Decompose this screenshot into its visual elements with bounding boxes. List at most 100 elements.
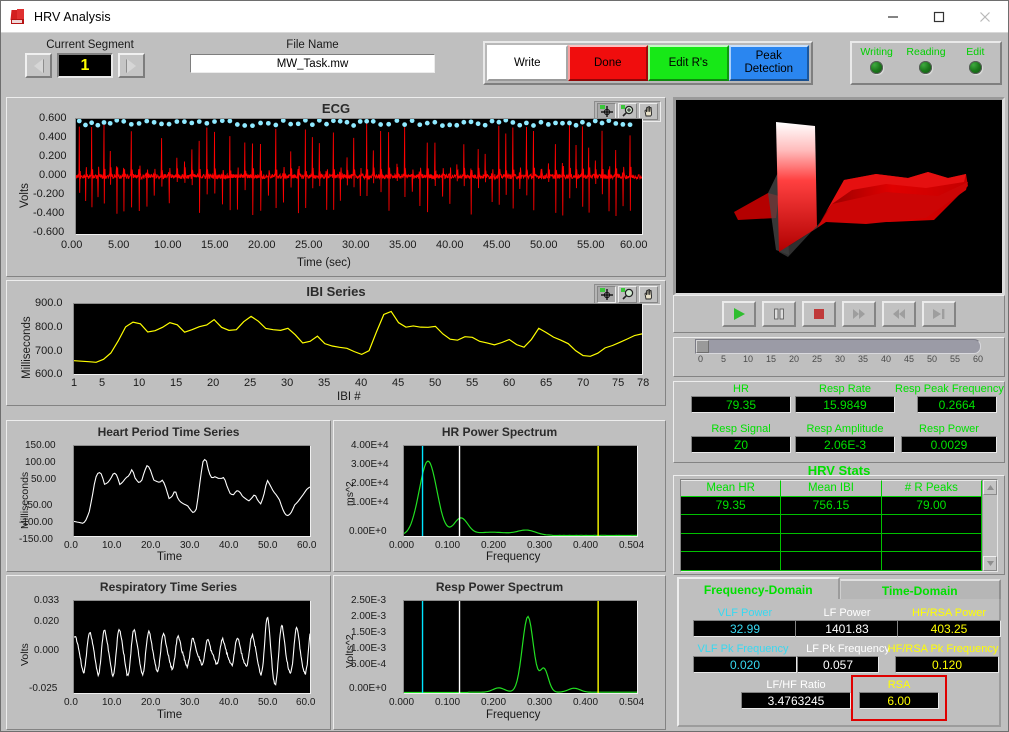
time-slider[interactable]: 0 5 10 15 20 25 30 35 40 45 50 55 60 — [677, 335, 1001, 371]
resp-amplitude-readout: Resp Amplitude 2.06E-3 — [795, 423, 895, 453]
time-slider-track[interactable] — [695, 339, 981, 354]
edit-led-icon — [968, 61, 982, 74]
cell-mean-ibi: 756.15 — [781, 496, 882, 515]
previous-segment-button[interactable] — [25, 53, 52, 78]
rps-y-tick: 1.50E-3 — [351, 627, 387, 638]
table-row[interactable]: 79.35 756.15 79.00 — [681, 496, 982, 516]
vlf-power-field: VLF Power 32.99 — [693, 607, 797, 637]
rps-y-tick: 5.00E-4 — [351, 659, 387, 670]
pan-tool-button[interactable] — [639, 286, 658, 303]
fast-forward-button[interactable] — [842, 301, 876, 327]
time-slider-thumb[interactable] — [696, 340, 709, 353]
scroll-down-arrow-icon[interactable] — [983, 556, 997, 571]
peak-detection-button[interactable]: Peak Detection — [728, 45, 809, 81]
resp-signal-value: Z0 — [691, 436, 791, 453]
resp-ts-plot-area[interactable] — [73, 600, 311, 694]
tab-frequency-domain[interactable]: Frequency-Domain — [677, 577, 840, 601]
ibi-y-tick: 600.0 — [35, 368, 63, 380]
writing-label: Writing — [860, 46, 893, 58]
minimize-button[interactable] — [870, 1, 916, 33]
ibi-x-tick: 30 — [281, 377, 294, 389]
writing-indicator: Writing — [854, 46, 900, 74]
resp-ts-x-axis-label: Time — [157, 709, 183, 721]
ibi-x-tick: 45 — [392, 377, 405, 389]
maximize-button[interactable] — [916, 1, 962, 33]
hr-ps-plot-area[interactable] — [403, 445, 638, 537]
table-row[interactable] — [681, 515, 982, 534]
ibi-x-tick: 10 — [133, 377, 146, 389]
resp-amplitude-label: Resp Amplitude — [806, 423, 884, 435]
edit-rs-button[interactable]: Edit R's — [648, 45, 729, 81]
rewind-button[interactable] — [882, 301, 916, 327]
column-header-r-peaks: # R Peaks — [881, 480, 982, 497]
rts-y-tick: 0.020 — [34, 616, 60, 627]
slider-tick: 45 — [904, 354, 915, 364]
segment-value[interactable]: 1 — [57, 53, 113, 78]
next-segment-button[interactable] — [118, 53, 145, 78]
table-row[interactable] — [681, 533, 982, 553]
frequency-domain-panel: VLF Power 32.99 LF Power 1401.83 HF/RSA … — [677, 599, 1001, 727]
right-arrow-icon — [127, 58, 136, 73]
slider-tick: 10 — [743, 354, 754, 364]
cell-r-peaks — [882, 533, 982, 552]
play-button[interactable] — [722, 301, 756, 327]
rps-x-tick: 0.200 — [481, 697, 507, 708]
ibi-x-tick: 20 — [207, 377, 220, 389]
resp-power-spectrum-chart: Resp Power Spectrum Volts^2 Frequency 2.… — [333, 575, 666, 730]
hp-x-tick: 20.0 — [141, 540, 161, 551]
ibi-graph-tools — [594, 284, 661, 305]
resp-power-label: Resp Power — [919, 423, 979, 435]
hp-y-tick: -50.00 — [24, 500, 53, 511]
slider-tick: 15 — [766, 354, 777, 364]
reading-indicator: Reading — [903, 46, 949, 74]
writing-led-icon — [870, 61, 884, 74]
hrv-analysis-window: HRV Analysis Current Segment 1 File Name… — [0, 0, 1009, 732]
ibi-x-tick: 70 — [577, 377, 590, 389]
rps-x-tick: 0.400 — [573, 697, 599, 708]
heart-period-x-axis-label: Time — [157, 551, 183, 563]
left-arrow-icon — [34, 58, 43, 73]
heart-period-plot-area[interactable] — [73, 445, 311, 537]
hrps-y-tick: 1.00E+4 — [351, 497, 389, 508]
ibi-x-axis-label: IBI # — [337, 391, 361, 403]
ibi-plot-area[interactable] — [73, 303, 643, 375]
table-row[interactable] — [681, 552, 982, 571]
resp-ts-chart-title: Respiratory Time Series — [99, 580, 238, 594]
domain-tab-container: Frequency-Domain Time-Domain VLF Power 3… — [677, 577, 1001, 729]
file-name-control: File Name MW_Task.mw — [190, 39, 435, 73]
edit-indicator: Edit — [952, 46, 998, 74]
ecg-3d-surface-plot[interactable] — [673, 97, 1005, 296]
lf-pk-frequency-value: 0.057 — [797, 656, 879, 673]
ibi-y-tick: 800.0 — [35, 321, 63, 333]
hp-x-tick: 30.0 — [180, 540, 200, 551]
resp-ps-plot-area[interactable] — [403, 600, 638, 694]
crosshair-tool-button[interactable] — [597, 286, 616, 303]
vlf-power-label: VLF Power — [717, 607, 773, 619]
ecg-plot-area[interactable] — [75, 118, 643, 235]
hp-x-tick: 60.0 — [297, 540, 317, 551]
slider-tick: 35 — [858, 354, 869, 364]
hrps-y-tick: 4.00E+4 — [351, 440, 389, 451]
zoom-tool-button[interactable] — [618, 286, 637, 303]
hp-y-tick: 100.00 — [25, 457, 56, 468]
heart-period-chart-title: Heart Period Time Series — [97, 425, 240, 439]
scroll-up-arrow-icon[interactable] — [983, 480, 997, 495]
stop-button[interactable] — [802, 301, 836, 327]
ibi-x-tick: 5 — [99, 377, 106, 389]
ibi-x-tick: 1 — [71, 377, 78, 389]
hrps-x-tick: 0.300 — [527, 540, 553, 551]
hr-readout: HR 79.35 — [691, 383, 791, 413]
hr-value: 79.35 — [691, 396, 791, 413]
tab-time-domain[interactable]: Time-Domain — [839, 579, 1001, 601]
pause-button[interactable] — [762, 301, 796, 327]
close-button[interactable] — [962, 1, 1008, 33]
ecg-y-axis-label: Volts — [19, 183, 31, 208]
skip-to-end-button[interactable] — [922, 301, 956, 327]
write-button[interactable]: Write — [487, 45, 568, 81]
hrv-app-icon — [10, 8, 26, 25]
file-name-input[interactable]: MW_Task.mw — [190, 54, 435, 73]
ecg-y-tick: 0.000 — [39, 169, 67, 181]
ecg-y-tick: 0.400 — [39, 131, 67, 143]
done-button[interactable]: Done — [567, 45, 648, 81]
hrv-stats-scrollbar[interactable] — [982, 480, 997, 571]
